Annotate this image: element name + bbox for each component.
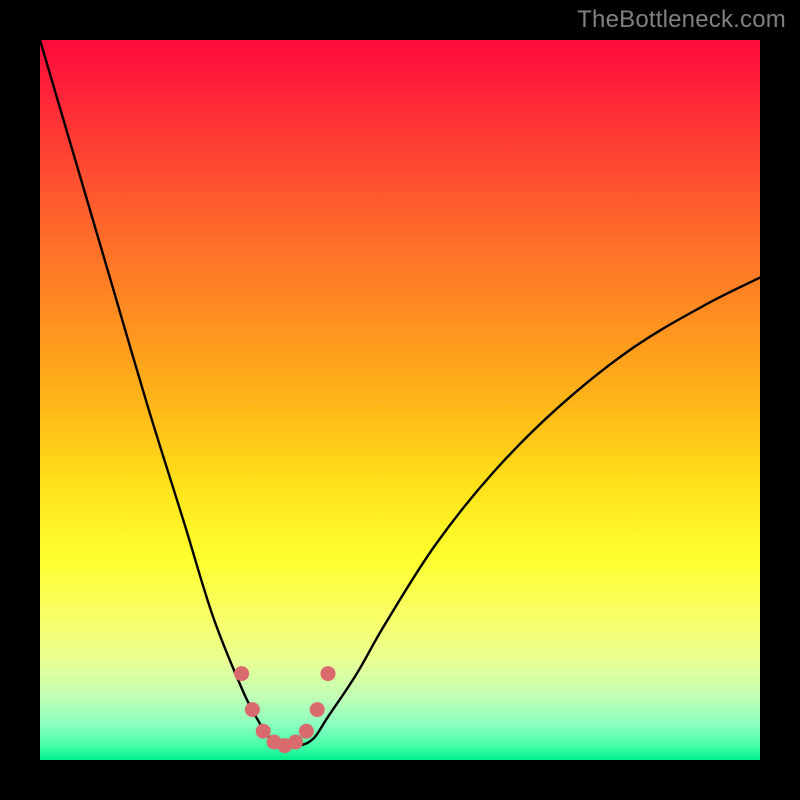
- optimal-marker-dot: [245, 702, 260, 717]
- chart-frame: TheBottleneck.com: [0, 0, 800, 800]
- optimal-marker-dot: [310, 702, 325, 717]
- optimal-marker-dot: [299, 724, 314, 739]
- bottleneck-curve: [40, 40, 760, 747]
- optimal-marker: [234, 666, 335, 753]
- optimal-marker-dot: [234, 666, 249, 681]
- plot-area: [40, 40, 760, 760]
- optimal-marker-dot: [256, 724, 271, 739]
- optimal-marker-dot: [321, 666, 336, 681]
- watermark-text: TheBottleneck.com: [577, 6, 786, 34]
- optimal-marker-dot: [288, 735, 303, 750]
- chart-svg: [40, 40, 760, 760]
